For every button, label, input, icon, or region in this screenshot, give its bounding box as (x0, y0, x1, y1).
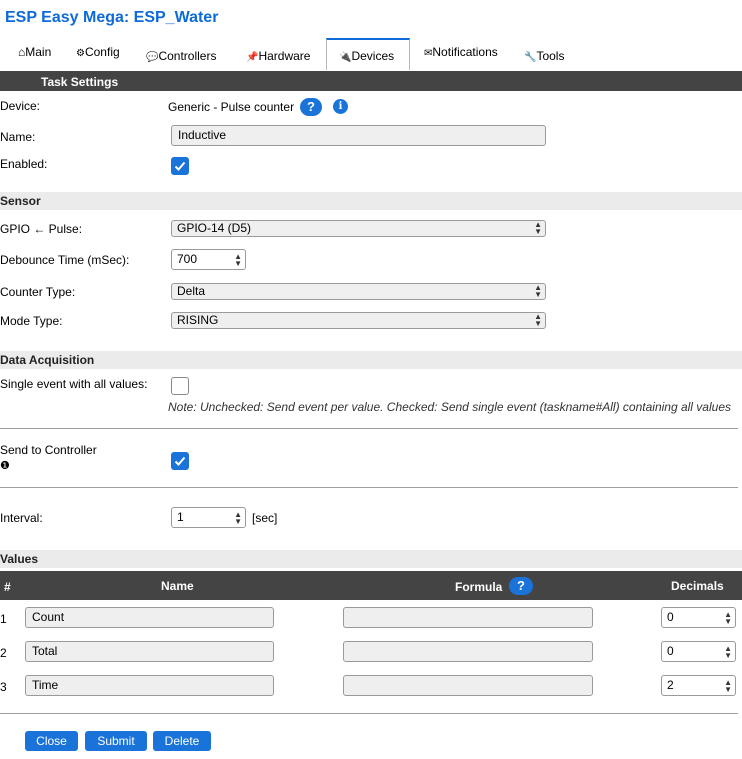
select-arrows-icon: ▲ ▼ (534, 283, 542, 299)
name-input[interactable]: Inductive (171, 125, 546, 146)
submit-button[interactable]: Submit (85, 731, 147, 751)
tab-tools-label: Tools (536, 49, 565, 63)
debounce-input[interactable]: 700 ▲ ▼ (171, 249, 246, 270)
sensor-header: Sensor (0, 192, 742, 210)
col-name-header: Name (161, 579, 194, 593)
tab-bar: ⌂Main ⚙Config 💬Controllers 📌Hardware 🔌De… (0, 38, 742, 70)
value-formula-input[interactable] (343, 641, 593, 662)
value-decimals-input[interactable]: 2 ▲ ▼ (661, 675, 736, 696)
checkmark-icon (174, 456, 186, 466)
single-event-checkbox[interactable] (171, 377, 189, 395)
single-event-note: Note: Unchecked: Send event per value. C… (168, 400, 731, 414)
tab-main[interactable]: ⌂Main (14, 38, 62, 70)
tab-config[interactable]: ⚙Config (74, 38, 134, 70)
send-controller-label: Send to Controller (0, 443, 97, 457)
decimals-value: 0 (667, 610, 674, 624)
value-formula-input[interactable] (343, 675, 593, 696)
value-formula-input[interactable] (343, 607, 593, 628)
interval-label: Interval: (0, 511, 43, 525)
tab-main-label: Main (25, 45, 52, 59)
value-name-input[interactable]: Total (25, 641, 274, 662)
task-settings-title: Task Settings (41, 75, 119, 89)
wrench-icon: 🔧 (524, 52, 537, 63)
enabled-label: Enabled: (0, 157, 48, 171)
spinner-arrows-icon[interactable]: ▲ ▼ (724, 611, 732, 626)
tab-devices[interactable]: 🔌Devices (326, 38, 410, 70)
spinner-arrows-icon[interactable]: ▲ ▼ (234, 253, 242, 268)
decimals-value: 0 (667, 644, 674, 658)
col-decimals-header: Decimals (671, 579, 724, 593)
data-acquisition-header: Data Acquisition (0, 351, 742, 369)
counter-type-label: Counter Type: (0, 285, 76, 299)
gear-icon: ⚙ (76, 48, 85, 59)
divider (0, 713, 738, 714)
value-decimals-input[interactable]: 0 ▲ ▼ (661, 607, 736, 628)
mode-type-value: RISING (177, 313, 219, 327)
sensor-title: Sensor (0, 194, 41, 208)
debounce-value: 700 (177, 252, 198, 266)
value-name-input[interactable]: Count (25, 607, 274, 628)
col-formula-header: Formula (455, 580, 503, 594)
tab-notifications[interactable]: ✉Notifications (422, 38, 512, 70)
gpio-select-value: GPIO-14 (D5) (177, 221, 252, 235)
debounce-label: Debounce Time (mSec): (0, 253, 130, 267)
select-arrows-icon: ▲ ▼ (534, 312, 542, 328)
gpio-select[interactable]: GPIO-14 (D5) ▲ ▼ (171, 220, 546, 237)
counter-type-value: Delta (177, 284, 206, 298)
tab-controllers-label: Controllers (158, 49, 217, 63)
tab-tools[interactable]: 🔧Tools (522, 38, 582, 70)
help-icon[interactable]: ? (300, 98, 322, 116)
row-num: 3 (0, 680, 7, 694)
spinner-arrows-icon[interactable]: ▲ ▼ (724, 679, 732, 694)
value-decimals-input[interactable]: 0 ▲ ▼ (661, 641, 736, 662)
interval-input[interactable]: 1 ▲ ▼ (171, 507, 246, 528)
tab-config-label: Config (84, 45, 120, 59)
task-settings-header: Task Settings (0, 71, 742, 91)
mode-type-label: Mode Type: (0, 314, 63, 328)
decimals-value: 2 (667, 678, 674, 692)
values-header: Values (0, 550, 742, 568)
tab-hardware[interactable]: 📌Hardware (244, 38, 324, 70)
checkmark-icon (174, 161, 186, 171)
tab-notifications-label: Notifications (432, 45, 498, 59)
values-table-header: # Name Formula ? Decimals (0, 571, 742, 600)
close-button[interactable]: Close (25, 731, 78, 751)
divider (0, 487, 738, 488)
single-event-label: Single event with all values: (0, 377, 148, 391)
name-label: Name: (0, 130, 36, 144)
value-name-input[interactable]: Time (25, 675, 274, 696)
interval-value: 1 (177, 510, 184, 524)
device-value: Generic - Pulse counter (168, 100, 295, 114)
row-num: 1 (0, 612, 7, 626)
spinner-arrows-icon[interactable]: ▲ ▼ (234, 511, 242, 526)
tab-devices-label: Devices (351, 49, 395, 63)
device-label: Device: (0, 99, 41, 113)
app-title: ESP Easy Mega: ESP_Water (5, 9, 219, 26)
col-num-header: # (4, 580, 11, 594)
data-acquisition-title: Data Acquisition (0, 353, 95, 367)
gpio-label: GPIO ← Pulse: (0, 222, 83, 236)
info-circle-icon[interactable]: ❶ (0, 459, 10, 472)
pushpin-icon: 📌 (246, 52, 259, 63)
counter-type-select[interactable]: Delta ▲ ▼ (171, 283, 546, 300)
spinner-arrows-icon[interactable]: ▲ ▼ (724, 645, 732, 660)
enabled-checkbox[interactable] (171, 157, 189, 175)
tab-hardware-label: Hardware (258, 49, 311, 63)
values-title: Values (0, 552, 39, 566)
help-icon[interactable]: ? (509, 577, 533, 595)
plug-icon: 🔌 (339, 52, 352, 63)
delete-button[interactable]: Delete (153, 731, 211, 751)
mode-type-select[interactable]: RISING ▲ ▼ (171, 312, 546, 329)
interval-unit: [sec] (252, 511, 278, 525)
info-icon[interactable]: i (333, 99, 348, 114)
row-num: 2 (0, 646, 7, 660)
select-arrows-icon: ▲ ▼ (534, 220, 542, 236)
send-controller-checkbox[interactable] (171, 452, 189, 470)
speech-bubble-icon: 💬 (146, 52, 159, 63)
divider (0, 428, 738, 429)
tab-controllers[interactable]: 💬Controllers (144, 38, 230, 70)
